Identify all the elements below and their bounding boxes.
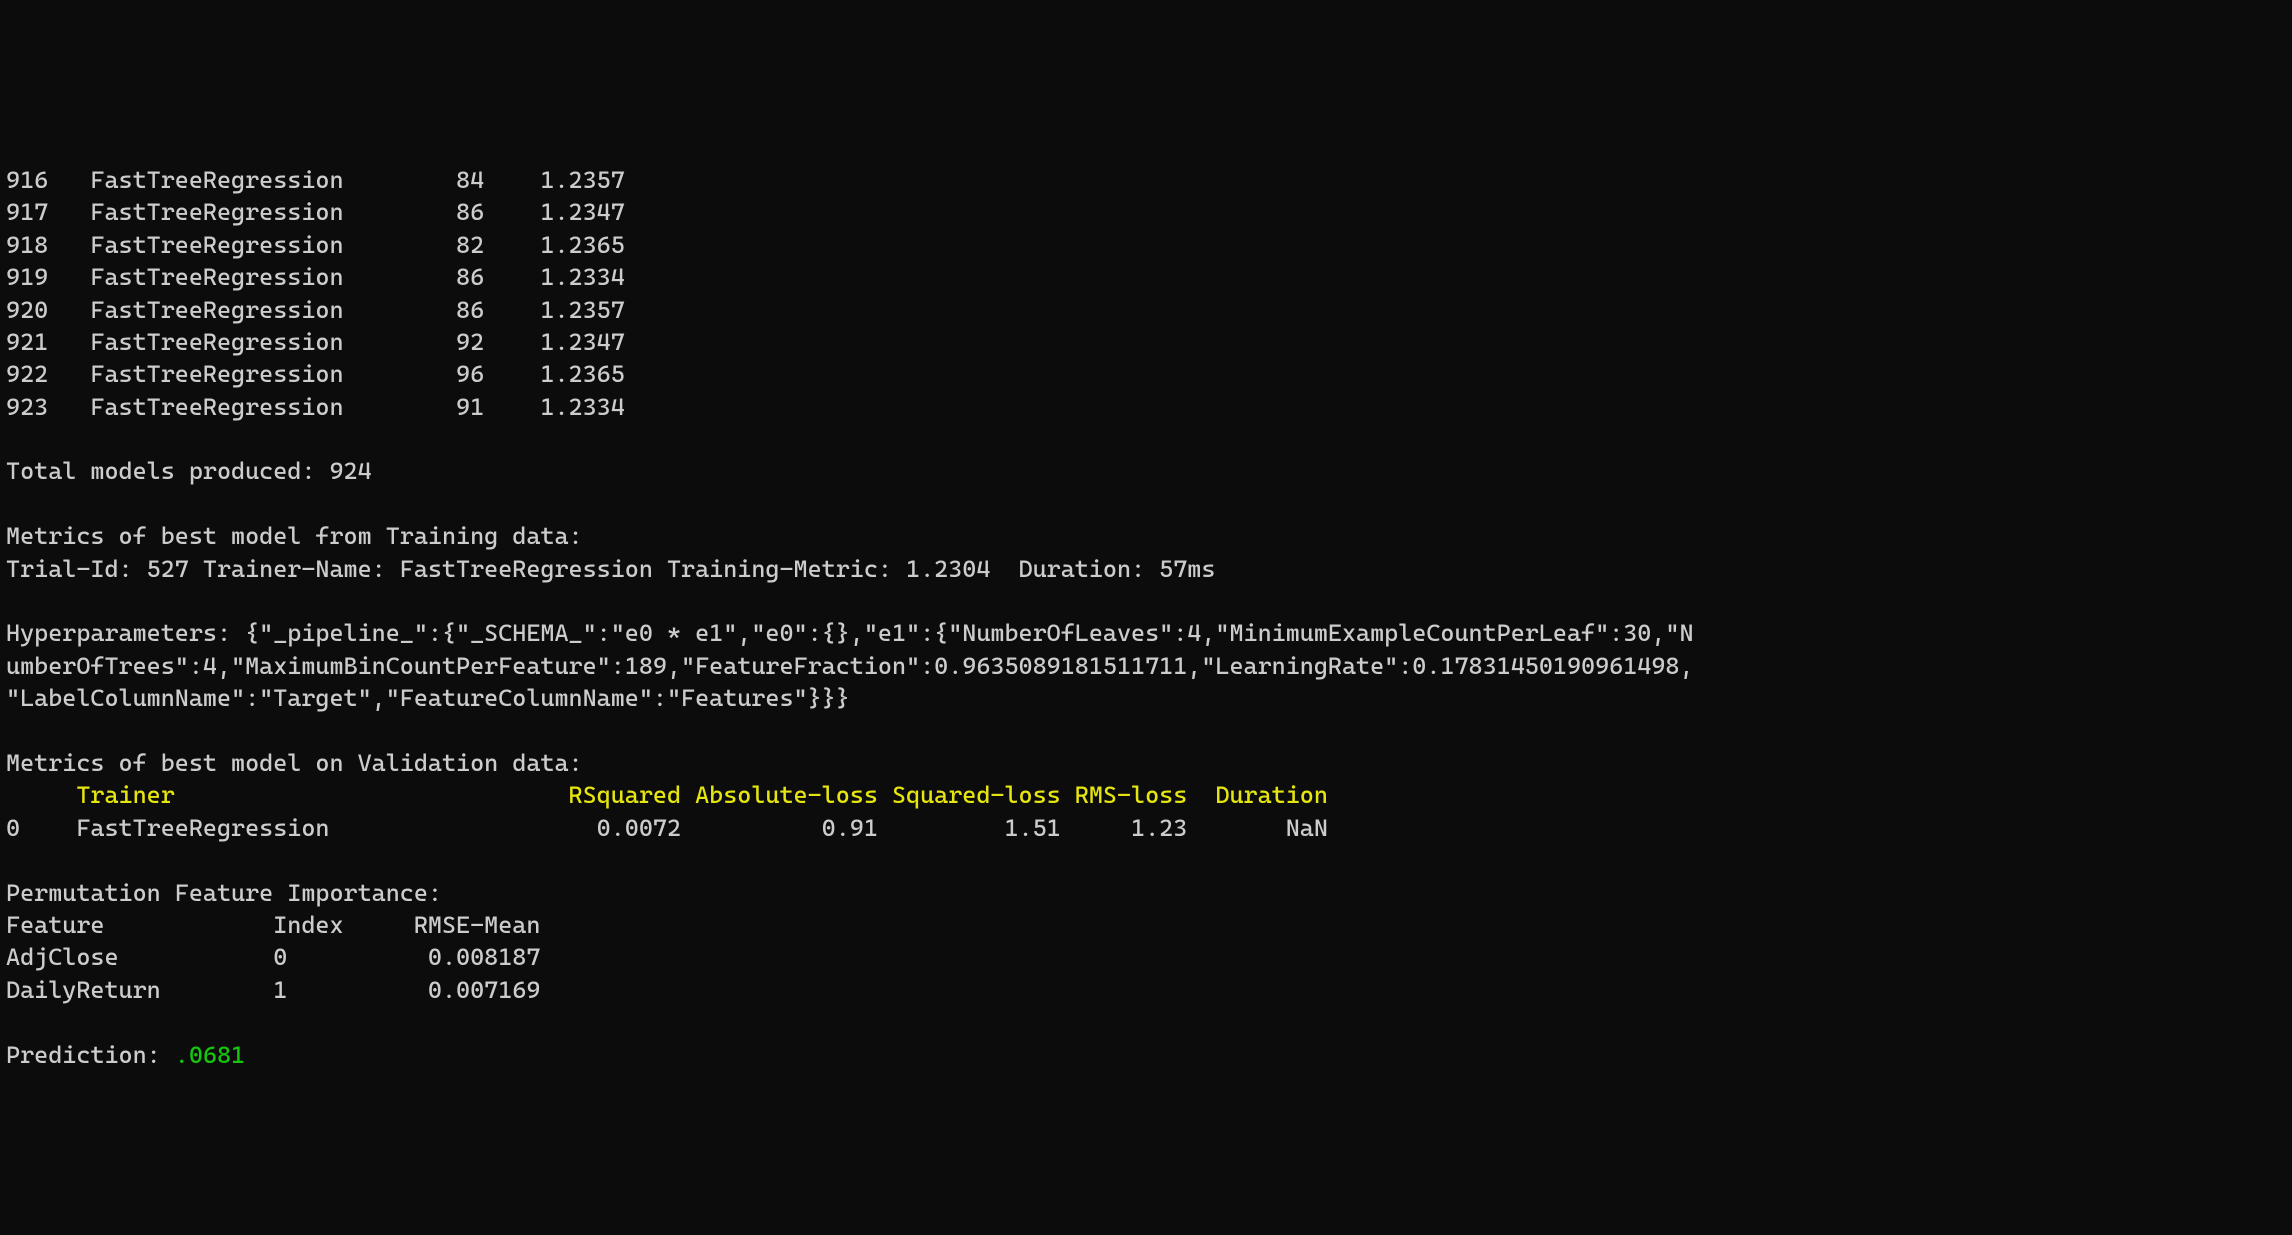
- trial-row: 918 FastTreeRegression 82 1.2365: [6, 231, 625, 259]
- trial-row: 922 FastTreeRegression 96 1.2365: [6, 360, 625, 388]
- trial-row: 921 FastTreeRegression 92 1.2347: [6, 328, 625, 356]
- total-models: Total models produced: 924: [6, 457, 372, 485]
- trial-row: 917 FastTreeRegression 86 1.2347: [6, 198, 625, 226]
- trial-row: 920 FastTreeRegression 86 1.2357: [6, 296, 625, 324]
- prediction-value: .0681: [175, 1041, 245, 1069]
- pfi-row: DailyReturn 1 0.007169: [6, 976, 540, 1004]
- pfi-row: AdjClose 0 0.008187: [6, 943, 540, 971]
- validation-columns: Trainer RSquared Absolute-loss Squared-l…: [6, 781, 1328, 809]
- pfi-columns: Feature Index RMSE-Mean: [6, 911, 540, 939]
- terminal-output: 916 FastTreeRegression 84 1.2357 917 Fas…: [0, 162, 2292, 1073]
- pfi-header: Permutation Feature Importance:: [6, 879, 442, 907]
- validation-metrics-header: Metrics of best model on Validation data…: [6, 749, 583, 777]
- trial-row: 916 FastTreeRegression 84 1.2357: [6, 166, 625, 194]
- training-metrics-header: Metrics of best model from Training data…: [6, 522, 583, 550]
- trial-row: 919 FastTreeRegression 86 1.2334: [6, 263, 625, 291]
- prediction-line: Prediction: .0681: [6, 1041, 245, 1069]
- hyperparameters: Hyperparameters: {"_pipeline_":{"_SCHEMA…: [6, 619, 1694, 647]
- hyperparameters: "LabelColumnName":"Target","FeatureColum…: [6, 684, 850, 712]
- hyperparameters: umberOfTrees":4,"MaximumBinCountPerFeatu…: [6, 652, 1694, 680]
- training-metrics-line: Trial-Id: 527 Trainer-Name: FastTreeRegr…: [6, 555, 1215, 583]
- trial-row: 923 FastTreeRegression 91 1.2334: [6, 393, 625, 421]
- validation-row: 0 FastTreeRegression 0.0072 0.91 1.51 1.…: [6, 814, 1328, 842]
